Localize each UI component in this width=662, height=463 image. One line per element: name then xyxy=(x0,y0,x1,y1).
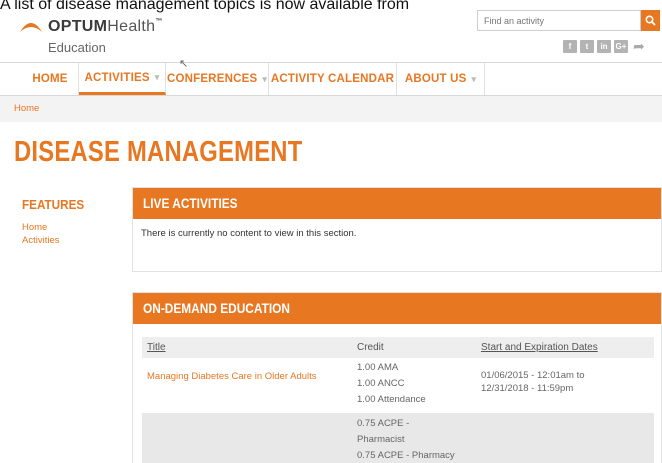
activity-title-link[interactable]: Managing Diabetes Care in Older Adults xyxy=(147,369,347,385)
mouse-cursor-icon: ↖ xyxy=(179,58,189,70)
search-icon xyxy=(645,15,656,26)
credit-list: 0.75 ACPE - Pharmacist 0.75 ACPE - Pharm… xyxy=(357,416,455,463)
chevron-down-icon: ▾ xyxy=(262,73,268,84)
optum-health-logo[interactable]: OPTUMHealth™ Education xyxy=(14,14,184,58)
live-activities-heading: LIVE ACTIVITIES xyxy=(133,188,661,219)
features-heading: FEATURES xyxy=(22,197,85,212)
live-activities-panel: LIVE ACTIVITIES There is currently no co… xyxy=(132,187,662,272)
logo-subtitle: Education xyxy=(48,40,106,55)
linkedin-icon[interactable]: in xyxy=(597,40,611,53)
nav-home[interactable]: HOME xyxy=(0,63,79,95)
nav-activity-calendar[interactable]: ACTIVITY CALENDAR xyxy=(269,63,397,95)
on-demand-heading: ON-DEMAND EDUCATION xyxy=(133,293,661,324)
table-row: Managing Diabetes Care in Older Adults 1… xyxy=(142,358,654,413)
breadcrumb-home[interactable]: Home xyxy=(14,103,39,114)
on-demand-table: Title Credit Start and Expiration Dates … xyxy=(142,337,654,463)
chevron-down-icon: ▾ xyxy=(154,72,160,82)
facebook-icon[interactable]: f xyxy=(563,40,577,53)
live-activities-empty-message: There is currently no content to view in… xyxy=(141,228,357,239)
table-row: 0.75 ACPE - Pharmacist 0.75 ACPE - Pharm… xyxy=(142,413,654,463)
googleplus-icon[interactable]: G+ xyxy=(614,40,628,53)
credit-list: 1.00 AMA 1.00 ANCC 1.00 Attendance xyxy=(357,360,426,408)
page-title: DISEASE MANAGEMENT xyxy=(14,136,303,168)
credit-item: 0.75 ACPE - xyxy=(357,418,410,429)
breadcrumb-bar xyxy=(0,96,662,122)
nav-activities[interactable]: ACTIVITIES ▾ xyxy=(79,63,166,95)
column-header-credit: Credit xyxy=(357,342,384,353)
logo-wordmark: OPTUMHealth™ xyxy=(48,18,163,35)
credit-item: 1.00 AMA xyxy=(357,362,399,373)
search-button[interactable] xyxy=(641,10,660,31)
main-nav: HOME ACTIVITIES ▾ CONFERENCES ▾ ACTIVITY C… xyxy=(0,62,662,96)
features-link-home[interactable]: Home xyxy=(22,222,47,233)
nav-about-us[interactable]: ABOUT US ▾ xyxy=(397,63,485,95)
optum-logo-mark-icon xyxy=(20,23,42,32)
search-input[interactable] xyxy=(477,10,641,31)
share-icon[interactable]: ➦ xyxy=(633,39,645,53)
social-links: f t in G+ ➦ xyxy=(563,39,645,53)
column-header-title[interactable]: Title xyxy=(147,342,166,353)
chevron-down-icon: ▾ xyxy=(471,73,477,84)
credit-item: Pharmacist xyxy=(357,434,405,445)
credit-item: 1.00 ANCC xyxy=(357,378,405,389)
features-link-activities[interactable]: Activities xyxy=(22,235,59,246)
activity-dates: 01/06/2015 - 12:01am to 12/31/2018 - 11:… xyxy=(481,370,585,394)
credit-item: 1.00 Attendance xyxy=(357,394,426,405)
table-header: Title Credit Start and Expiration Dates xyxy=(142,337,654,358)
twitter-icon[interactable]: t xyxy=(580,40,594,53)
credit-item: 0.75 ACPE - Pharmacy xyxy=(357,450,455,461)
column-header-dates[interactable]: Start and Expiration Dates xyxy=(481,342,598,353)
